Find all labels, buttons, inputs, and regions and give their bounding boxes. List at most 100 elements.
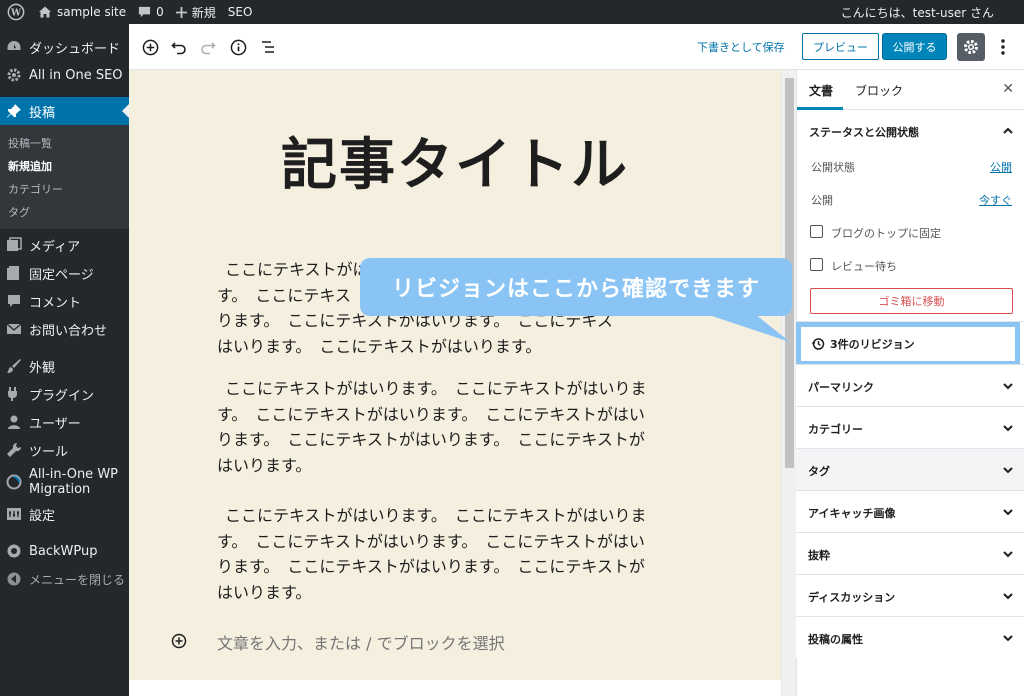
callout-annotation: リビジョンはここから確認できます (360, 258, 792, 316)
paragraph-line: す。 ここにテキストがはいります。 ここにテキストがはい (217, 404, 645, 424)
brush-icon (6, 358, 22, 374)
submenu-categories[interactable]: カテゴリー (0, 177, 129, 200)
editor-canvas: 記事タイトル ここにテキストがはいりま す。 ここにテキス ります。 ここにテキ… (129, 70, 781, 680)
gear-icon (6, 67, 22, 83)
tab-block[interactable]: ブロック (855, 82, 903, 99)
collapse-icon (6, 571, 22, 587)
user-greeting[interactable]: こんにちは、test-user さん (835, 0, 1000, 24)
seo-label: SEO (227, 5, 253, 19)
excerpt-panel[interactable]: 抜粋 (796, 532, 1024, 574)
chevron-down-icon (1003, 425, 1013, 432)
site-name: sample site (57, 5, 127, 19)
site-name-link[interactable]: sample site (32, 0, 132, 24)
panel-section-title: カテゴリー (808, 423, 863, 436)
menu-users[interactable]: ユーザー (0, 408, 129, 436)
menu-settings[interactable]: 設定 (0, 500, 129, 528)
editor-header: 下書きとして保存 プレビュー 公開する (129, 24, 1024, 70)
menu-label-line: Migration (29, 482, 91, 497)
home-icon (39, 6, 51, 18)
menu-contact[interactable]: お問い合わせ (0, 315, 129, 343)
move-to-trash-button[interactable]: ゴミ箱に移動 (810, 288, 1013, 314)
info-icon[interactable] (229, 38, 247, 56)
inline-add-block-icon[interactable] (171, 633, 189, 651)
menu-label: ユーザー (29, 416, 81, 432)
submenu-add-new[interactable]: 新規追加 (0, 154, 129, 177)
menu-pages[interactable]: 固定ページ (0, 259, 129, 287)
menu-comments[interactable]: コメント (0, 287, 129, 315)
publish-button[interactable]: 公開する (882, 33, 947, 60)
menu-appearance[interactable]: 外観 (0, 352, 129, 380)
pending-review-label: レビュー待ち (831, 260, 897, 273)
tags-panel[interactable]: タグ (796, 448, 1024, 490)
paragraph-line: す。 ここにテキストがはいります。 ここにテキストがはい (217, 531, 645, 551)
categories-panel[interactable]: カテゴリー (796, 406, 1024, 448)
admin-bar: W sample site 0 新規 SEO こんにちは、test-user さ… (0, 0, 1024, 24)
wordpress-logo-icon[interactable]: W (0, 0, 32, 24)
sticky-checkbox[interactable] (810, 225, 823, 238)
featured-image-panel[interactable]: アイキャッチ画像 (796, 490, 1024, 532)
menu-label: 設定 (29, 508, 56, 524)
undo-icon[interactable] (170, 38, 188, 56)
menu-label: ツール (29, 444, 69, 460)
block-navigation-icon[interactable] (259, 38, 277, 56)
more-menu-icon[interactable] (995, 36, 1011, 58)
permalink-panel[interactable]: パーマリンク (796, 364, 1024, 406)
chevron-down-icon (1003, 509, 1013, 516)
mail-icon (6, 321, 22, 337)
redo-icon[interactable] (199, 38, 217, 56)
chevron-up-icon[interactable] (1002, 125, 1014, 137)
post-attributes-panel[interactable]: 投稿の属性 (796, 616, 1024, 658)
backwpup-icon (6, 543, 22, 559)
close-icon[interactable]: ✕ (1002, 81, 1014, 97)
block-placeholder[interactable]: 文章を入力、または / でブロックを選択 (217, 630, 505, 654)
paragraph-block[interactable]: ここにテキストがはいります。 ここにテキストがはいりま す。 ここにテキストがは… (217, 503, 697, 605)
comments-link[interactable]: 0 (132, 0, 170, 24)
revisions-link[interactable]: 3件のリビジョン (796, 322, 1020, 366)
tab-document[interactable]: 文書 (809, 82, 833, 99)
paragraph-line: ります。 ここにテキストがはいります。 ここにテキストが (217, 557, 645, 576)
media-icon (6, 237, 22, 253)
menu-plugins[interactable]: プラグイン (0, 380, 129, 408)
panel-section-title: アイキャッチ画像 (808, 507, 896, 520)
svg-text:W: W (10, 9, 22, 19)
preview-button[interactable]: プレビュー (802, 33, 879, 60)
save-draft-link[interactable]: 下書きとして保存 (697, 39, 785, 55)
menu-dashboard[interactable]: ダッシュボード (0, 33, 129, 61)
callout-text: リビジョンはここから確認できます (391, 277, 760, 302)
paragraph-line: ここにテキストがはいります。 ここにテキストがはいりま (225, 379, 647, 398)
history-icon (811, 338, 825, 350)
discussion-panel[interactable]: ディスカッション (796, 574, 1024, 616)
menu-label: BackWPup (29, 543, 98, 559)
paragraph-line: はいります。 (217, 455, 312, 475)
publish-date-link[interactable]: 今すぐ (979, 192, 1012, 208)
menu-all-in-one-seo[interactable]: All in One SEO (0, 61, 129, 89)
menu-backwpup[interactable]: BackWPup (0, 537, 129, 565)
menu-migration[interactable]: All-in-One WP Migration (0, 464, 129, 500)
post-title[interactable]: 記事タイトル (129, 120, 781, 201)
editor-scrollbar[interactable] (781, 70, 796, 696)
add-block-icon[interactable] (141, 38, 159, 56)
panel-section-title: ディスカッション (808, 591, 896, 604)
comment-icon (139, 6, 151, 17)
status-panel-title[interactable]: ステータスと公開状態 (809, 124, 919, 140)
dashboard-icon (6, 39, 22, 55)
menu-collapse[interactable]: メニューを閉じる (0, 565, 129, 593)
plus-icon (175, 6, 187, 18)
posts-submenu: 投稿一覧 新規追加 カテゴリー タグ (0, 125, 129, 229)
new-content-link[interactable]: 新規 (170, 0, 222, 24)
status-visibility-panel: ステータスと公開状態 公開状態 公開 公開 今すぐ ブログのトップに固定 レビュ… (797, 110, 1024, 322)
settings-button[interactable] (957, 33, 985, 61)
chevron-down-icon (1003, 593, 1013, 600)
menu-tools[interactable]: ツール (0, 436, 129, 464)
paragraph-block[interactable]: ここにテキストがはいります。 ここにテキストがはいりま す。 ここにテキストがは… (217, 376, 697, 478)
visibility-link[interactable]: 公開 (990, 159, 1012, 175)
seo-link[interactable]: SEO (222, 0, 259, 24)
panel-section-title: パーマリンク (808, 381, 874, 394)
submenu-all-posts[interactable]: 投稿一覧 (0, 131, 129, 154)
visibility-label: 公開状態 (811, 161, 855, 174)
menu-label: コメント (29, 295, 82, 311)
submenu-tags[interactable]: タグ (0, 200, 129, 223)
menu-posts[interactable]: 投稿 (0, 97, 129, 125)
menu-media[interactable]: メディア (0, 231, 129, 259)
pending-review-checkbox[interactable] (810, 258, 823, 271)
